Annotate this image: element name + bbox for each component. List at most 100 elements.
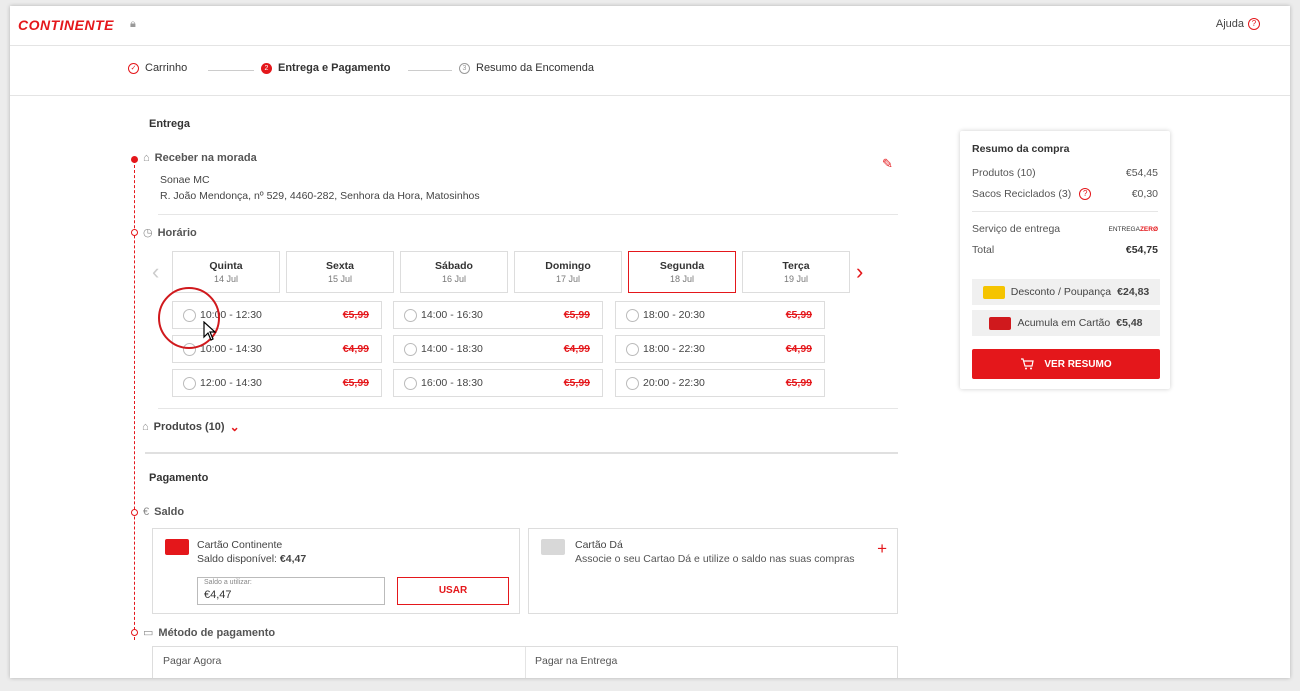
prev-arrow-icon[interactable]: ‹ xyxy=(152,259,159,285)
section-title-entrega: Entrega xyxy=(149,118,190,130)
time-slot[interactable]: 14:00 - 16:30 €5,99 xyxy=(393,301,603,329)
radio-button[interactable] xyxy=(626,376,639,390)
tab-pagar-entrega[interactable]: Pagar na Entrega xyxy=(535,655,617,667)
section-divider xyxy=(145,452,898,454)
next-arrow-icon[interactable]: › xyxy=(856,259,863,285)
chevron-down-icon: ⌄ xyxy=(229,420,240,434)
checkout-main: Entrega ⌂ Receber na morada ✎ Sonae MC R… xyxy=(10,96,1290,678)
delivery-address: R. João Mendonça, nº 529, 4460-282, Senh… xyxy=(160,190,480,202)
use-balance-button[interactable]: USAR xyxy=(397,577,509,605)
clock-icon: ◷ xyxy=(143,227,153,239)
discount-badge: Desconto / Poupança €24,83 xyxy=(972,279,1160,305)
recipient-name: Sonae MC xyxy=(160,174,210,186)
cartao-da-panel[interactable]: Cartão Dá Associe o seu Cartao Dá e util… xyxy=(528,528,898,614)
time-slot[interactable]: 18:00 - 22:30 €4,99 xyxy=(615,335,825,363)
euro-icon: € xyxy=(143,506,150,518)
balance-input[interactable]: Saldo a utilizar: €4,47 xyxy=(197,577,385,605)
radio-button[interactable] xyxy=(404,308,417,322)
summary-total-row: Total €54,75 xyxy=(972,244,1158,256)
view-summary-button[interactable]: VER RESUMO xyxy=(972,349,1160,379)
balance-title: Saldo xyxy=(154,506,185,518)
timeline-dot xyxy=(131,509,138,516)
day-option[interactable]: Domingo 17 Jul xyxy=(514,251,622,293)
step-connector xyxy=(408,70,452,71)
continente-logo[interactable]: CONTINENTE xyxy=(18,17,114,33)
coin-icon xyxy=(982,285,1005,299)
delivery-method: ⌂ Receber na morada xyxy=(143,152,257,164)
tab-divider xyxy=(525,647,526,678)
card-icon xyxy=(989,316,1012,330)
mouse-cursor-icon xyxy=(203,321,217,341)
products-toggle[interactable]: ⌂ Produtos (10) ⌄ xyxy=(142,420,240,434)
step-label: Carrinho xyxy=(145,62,188,74)
card-balance: Saldo disponível: €4,47 xyxy=(197,553,307,565)
da-card-desc: Associe o seu Cartao Dá e utilize o sald… xyxy=(575,553,855,565)
home-icon: ⌂ xyxy=(143,152,150,164)
step-entrega-pagamento[interactable]: 2 Entrega e Pagamento xyxy=(261,62,390,74)
day-selector: ‹ Quinta 14 Jul Sexta 15 Jul Sábado 16 Jul … xyxy=(152,251,872,293)
schedule-header: ◷ Horário xyxy=(143,226,197,240)
step-label: Entrega e Pagamento xyxy=(278,62,391,74)
lock-icon: 🔒︎ xyxy=(130,18,136,30)
step-carrinho[interactable]: ✓ Carrinho xyxy=(128,62,187,74)
check-circle-icon: ✓ xyxy=(128,62,139,74)
step-number-badge: 2 xyxy=(261,62,272,74)
card-icon: ▭ xyxy=(143,627,154,639)
summary-products-row: Produtos (10) €54,45 xyxy=(972,167,1158,179)
day-option[interactable]: Sábado 16 Jul xyxy=(400,251,508,293)
payment-method-title: Método de pagamento xyxy=(158,626,276,639)
day-option[interactable]: Sexta 15 Jul xyxy=(286,251,394,293)
entrega-zero-badge: ENTREGAZERØ xyxy=(1108,225,1158,233)
cartao-da-image xyxy=(541,539,565,555)
radio-button[interactable] xyxy=(404,376,417,390)
step-connector xyxy=(208,70,254,71)
payment-tabs: Pagar Agora Pagar na Entrega xyxy=(152,646,898,678)
question-icon[interactable]: ? xyxy=(1079,188,1092,201)
products-label: Produtos (10) xyxy=(153,421,225,433)
divider xyxy=(158,214,898,215)
card-title: Cartão Continente xyxy=(197,539,283,551)
day-option[interactable]: Terça 19 Jul xyxy=(742,251,850,293)
timeline-dot xyxy=(131,629,138,636)
question-icon: ? xyxy=(1248,18,1260,31)
help-link[interactable]: Ajuda? xyxy=(1215,18,1260,31)
divider xyxy=(158,408,898,409)
delivery-method-label: Receber na morada xyxy=(154,152,257,164)
schedule-title: Horário xyxy=(157,226,197,239)
divider xyxy=(972,211,1158,212)
time-slot[interactable]: 14:00 - 18:30 €4,99 xyxy=(393,335,603,363)
add-icon[interactable]: + xyxy=(877,539,887,559)
balance-header: € Saldo xyxy=(143,506,184,518)
radio-button[interactable] xyxy=(183,376,196,390)
radio-button[interactable] xyxy=(626,308,639,322)
browser-window: CONTINENTE 🔒︎ Ajuda? ✓ Carrinho 2 Entreg… xyxy=(10,6,1290,678)
edit-address-icon[interactable]: ✎ xyxy=(882,156,893,172)
payment-method-header: ▭ Método de pagamento xyxy=(143,626,276,640)
cart-icon xyxy=(1021,358,1035,370)
section-title-pagamento: Pagamento xyxy=(149,472,209,484)
time-slot[interactable]: 16:00 - 18:30 €5,99 xyxy=(393,369,603,397)
radio-button[interactable] xyxy=(404,342,417,356)
summary-title: Resumo da compra xyxy=(972,143,1070,155)
bag-icon: ⌂ xyxy=(142,421,149,433)
time-slot[interactable]: 18:00 - 20:30 €5,99 xyxy=(615,301,825,329)
step-label: Resumo da Encomenda xyxy=(476,62,595,74)
timeline-dot xyxy=(131,156,138,163)
tab-pagar-agora[interactable]: Pagar Agora xyxy=(163,655,221,667)
time-slot[interactable]: 20:00 - 22:30 €5,99 xyxy=(615,369,825,397)
checkout-steps: ✓ Carrinho 2 Entrega e Pagamento 3 Resum… xyxy=(10,46,1290,96)
timeline-dot xyxy=(131,229,138,236)
summary-bags-row: Sacos Reciclados (3)? €0,30 xyxy=(972,188,1158,201)
help-label: Ajuda xyxy=(1215,18,1244,30)
continente-card-panel: Cartão Continente Saldo disponível: €4,4… xyxy=(152,528,520,614)
summary-delivery-row: Serviço de entrega ENTREGAZERØ xyxy=(972,223,1158,235)
day-option-selected[interactable]: Segunda 18 Jul xyxy=(628,251,736,293)
top-bar: CONTINENTE 🔒︎ Ajuda? xyxy=(10,6,1290,46)
radio-button[interactable] xyxy=(626,342,639,356)
time-slot[interactable]: 12:00 - 14:30 €5,99 xyxy=(172,369,382,397)
card-accumulate-badge: Acumula em Cartão €5,48 xyxy=(972,310,1160,336)
continente-card-image xyxy=(165,539,189,555)
step-resumo[interactable]: 3 Resumo da Encomenda xyxy=(459,62,594,74)
step-number-badge: 3 xyxy=(459,62,470,74)
da-card-title: Cartão Dá xyxy=(575,539,623,551)
